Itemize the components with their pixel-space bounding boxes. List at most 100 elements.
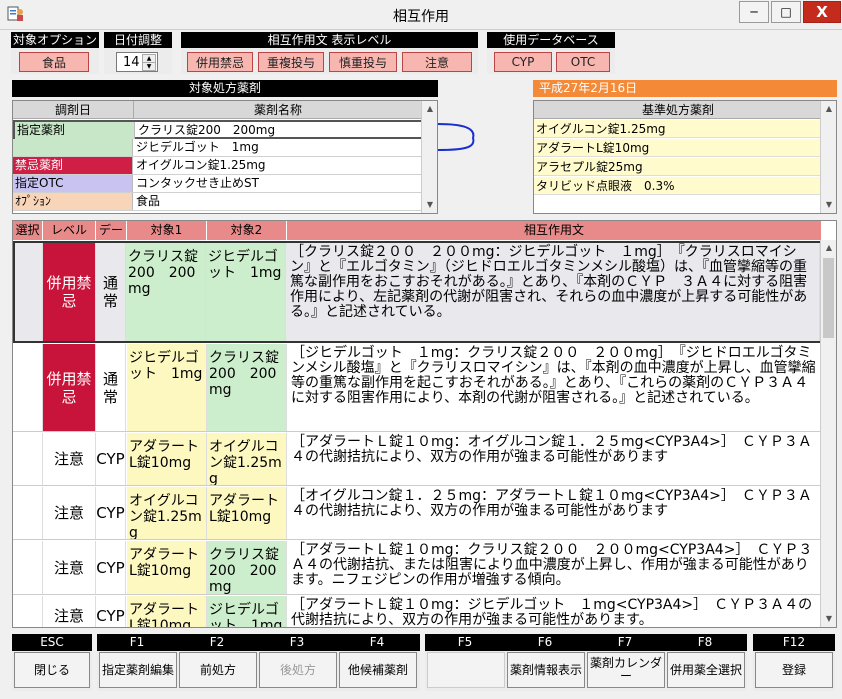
- target-rx-table: 調剤日 薬剤名称 指定薬剤 クラリス錠200 200mg ジヒデルゴット 1mg…: [12, 100, 438, 214]
- rx-row[interactable]: 禁忌薬剤 オイグルコン錠1.25mg: [13, 157, 423, 175]
- interaction-row[interactable]: 注意 CYP アダラートL錠10mg オイグルコン錠1.25mg ［アダラートＬ…: [13, 433, 822, 486]
- db-cyp-button[interactable]: CYP: [494, 52, 552, 72]
- row-level: 注意: [43, 487, 96, 539]
- f5-button[interactable]: [427, 652, 505, 688]
- fkey-header-f1-f4: F1 F2 F3 F4: [97, 634, 420, 651]
- col-drug-name: 薬剤名称: [134, 101, 423, 119]
- row-select-cell[interactable]: [13, 596, 43, 627]
- edit-target-drug-button[interactable]: 指定薬剤編集: [99, 652, 177, 688]
- scroll-down-icon[interactable]: ▼: [821, 197, 837, 213]
- minimize-button[interactable]: ─: [739, 1, 769, 23]
- row-text: ［アダラートＬ錠１０mg：ジヒデルゴット １mg<CYP3A4>］ ＣＹＰ３Ａ４…: [287, 596, 822, 627]
- rx-row-name: クラリス錠200 200mg: [138, 123, 276, 137]
- base-rx-header: 基準処方薬剤: [534, 101, 822, 119]
- title-bar: 相互作用 ─ □ X: [0, 0, 842, 30]
- row-target2: クラリス錠200 200mg: [207, 344, 287, 431]
- row-data: CYP: [96, 541, 126, 594]
- rx-row-name: オイグルコン錠1.25mg: [136, 158, 266, 172]
- row-level: 注意: [43, 433, 96, 485]
- row-select-cell[interactable]: [13, 541, 43, 594]
- level-contraindicated-button[interactable]: 併用禁忌: [187, 52, 253, 72]
- option-food-button[interactable]: 食品: [19, 52, 89, 72]
- col-data: データ: [96, 221, 127, 256]
- interaction-row[interactable]: 注意 CYP オイグルコン錠1.25mg アダラートL錠10mg ［オイグルコン…: [13, 487, 822, 540]
- rx-row-name: 食品: [136, 194, 161, 208]
- close-button[interactable]: X: [803, 1, 841, 23]
- select-all-concomitant-button[interactable]: 併用薬全選択: [667, 652, 745, 688]
- date-adjust-stepper[interactable]: 14 ▲ ▼: [116, 52, 158, 72]
- rx-row-label: [13, 139, 133, 156]
- interaction-level-header: 相互作用文 表示レベル: [181, 32, 478, 48]
- interaction-row[interactable]: 併用禁忌 通常 クラリス錠200 200mg ジヒデルゴット 1mg ［クラリス…: [13, 241, 822, 343]
- interaction-row[interactable]: 注意 CYP アダラートL錠10mg ジヒデルゴット 1mg ［アダラートＬ錠１…: [13, 596, 822, 627]
- base-rx-table: 基準処方薬剤 オイグルコン錠1.25mg アダラートL錠10mg アラセプル錠2…: [533, 100, 837, 214]
- maximize-button[interactable]: □: [771, 1, 801, 23]
- register-button[interactable]: 登録: [755, 652, 833, 688]
- stepper-down-icon[interactable]: ▼: [142, 62, 156, 71]
- row-select-cell[interactable]: [13, 487, 43, 539]
- row-level: 注意: [43, 541, 96, 594]
- fkey-label-f12: F12: [753, 634, 835, 651]
- row-target1: オイグルコン錠1.25mg: [127, 487, 207, 539]
- drug-calendar-button[interactable]: 薬剤カレンダー: [587, 652, 665, 688]
- date-adjust-value: 14: [123, 55, 140, 70]
- rx-row-label: ｵﾌﾟｼｮﾝ: [13, 193, 133, 210]
- row-select-cell[interactable]: [15, 243, 43, 341]
- row-text: ［アダラートＬ錠１０mg：オイグルコン錠１．２５mg<CYP3A4>］ ＣＹＰ３…: [287, 433, 822, 485]
- database-header: 使用データベース: [487, 32, 615, 48]
- rx-row-name: コンタックせき止めST: [136, 176, 259, 190]
- row-target2: クラリス錠200 200mg: [207, 541, 287, 594]
- base-rx-row[interactable]: アダラートL錠10mg: [534, 139, 822, 157]
- row-select-cell[interactable]: [13, 433, 43, 485]
- other-candidates-button[interactable]: 他候補薬剤: [339, 652, 417, 688]
- next-rx-button[interactable]: 後処方: [259, 652, 337, 688]
- fkey-label-f5: F5: [457, 635, 473, 649]
- row-target1: ジヒデルゴット 1mg: [127, 344, 207, 431]
- base-rx-row[interactable]: タリビッド点眼液 0.3%: [534, 177, 822, 195]
- fkey-label-f3: F3: [289, 635, 305, 649]
- row-data: CYP: [96, 596, 126, 627]
- col-level: レベル: [43, 221, 96, 240]
- rx-row[interactable]: 指定薬剤 クラリス錠200 200mg: [13, 120, 423, 139]
- row-data: 通常: [96, 243, 126, 341]
- base-rx-scrollbar[interactable]: ▲ ▼: [820, 101, 836, 213]
- row-target2: オイグルコン錠1.25mg: [207, 433, 287, 485]
- rx-row[interactable]: 指定OTC コンタックせき止めST: [13, 175, 423, 193]
- scroll-down-icon[interactable]: ▼: [422, 197, 438, 213]
- scroll-up-icon[interactable]: ▲: [821, 101, 837, 117]
- base-rx-row[interactable]: オイグルコン錠1.25mg: [534, 120, 822, 138]
- base-rx-date: 平成27年2月16日: [533, 80, 837, 97]
- db-otc-button[interactable]: OTC: [556, 52, 610, 72]
- fkey-label-esc: ESC: [12, 634, 92, 651]
- rx-row-label: 指定OTC: [13, 175, 133, 192]
- interactions-scrollbar[interactable]: ▲ ▼: [820, 240, 836, 627]
- fkey-label-f4: F4: [369, 635, 385, 649]
- interaction-row[interactable]: 注意 CYP アダラートL錠10mg クラリス錠200 200mg ［アダラート…: [13, 541, 822, 595]
- row-select-cell[interactable]: [13, 344, 43, 431]
- drug-info-button[interactable]: 薬剤情報表示: [507, 652, 585, 688]
- interaction-row[interactable]: 併用禁忌 通常 ジヒデルゴット 1mg クラリス錠200 200mg ［ジヒデル…: [13, 344, 822, 432]
- rx-row-label: 禁忌薬剤: [13, 157, 133, 174]
- base-rx-row[interactable]: アラセプル錠25mg: [534, 158, 822, 176]
- row-target2: ジヒデルゴット 1mg: [206, 243, 286, 341]
- level-note-button[interactable]: 注意: [402, 52, 472, 72]
- row-target1: クラリス錠200 200mg: [126, 243, 206, 341]
- link-bracket-icon: [438, 123, 475, 151]
- scroll-down-icon[interactable]: ▼: [821, 611, 836, 627]
- scroll-up-icon[interactable]: ▲: [821, 240, 836, 256]
- rx-row[interactable]: ｵﾌﾟｼｮﾝ 食品: [13, 193, 423, 211]
- interactions-table: 選択 レベル データ 対象1 対象2 相互作用文 併用禁忌 通常 クラリス錠20…: [12, 220, 837, 628]
- fkey-label-f6: F6: [537, 635, 553, 649]
- previous-rx-button[interactable]: 前処方: [179, 652, 257, 688]
- row-level: 注意: [43, 596, 96, 627]
- col-select: 選択: [13, 221, 43, 240]
- level-duplicate-button[interactable]: 重複投与: [258, 52, 324, 72]
- scroll-up-icon[interactable]: ▲: [422, 101, 438, 117]
- level-caution-button[interactable]: 慎重投与: [329, 52, 397, 72]
- row-target2: ジヒデルゴット 1mg: [207, 596, 287, 627]
- row-data: 通常: [96, 344, 126, 431]
- close-function-button[interactable]: 閉じる: [14, 652, 90, 688]
- rx-row[interactable]: ジヒデルゴット 1mg: [13, 139, 423, 157]
- target-rx-scrollbar[interactable]: ▲ ▼: [421, 101, 437, 213]
- scroll-thumb[interactable]: [823, 258, 834, 338]
